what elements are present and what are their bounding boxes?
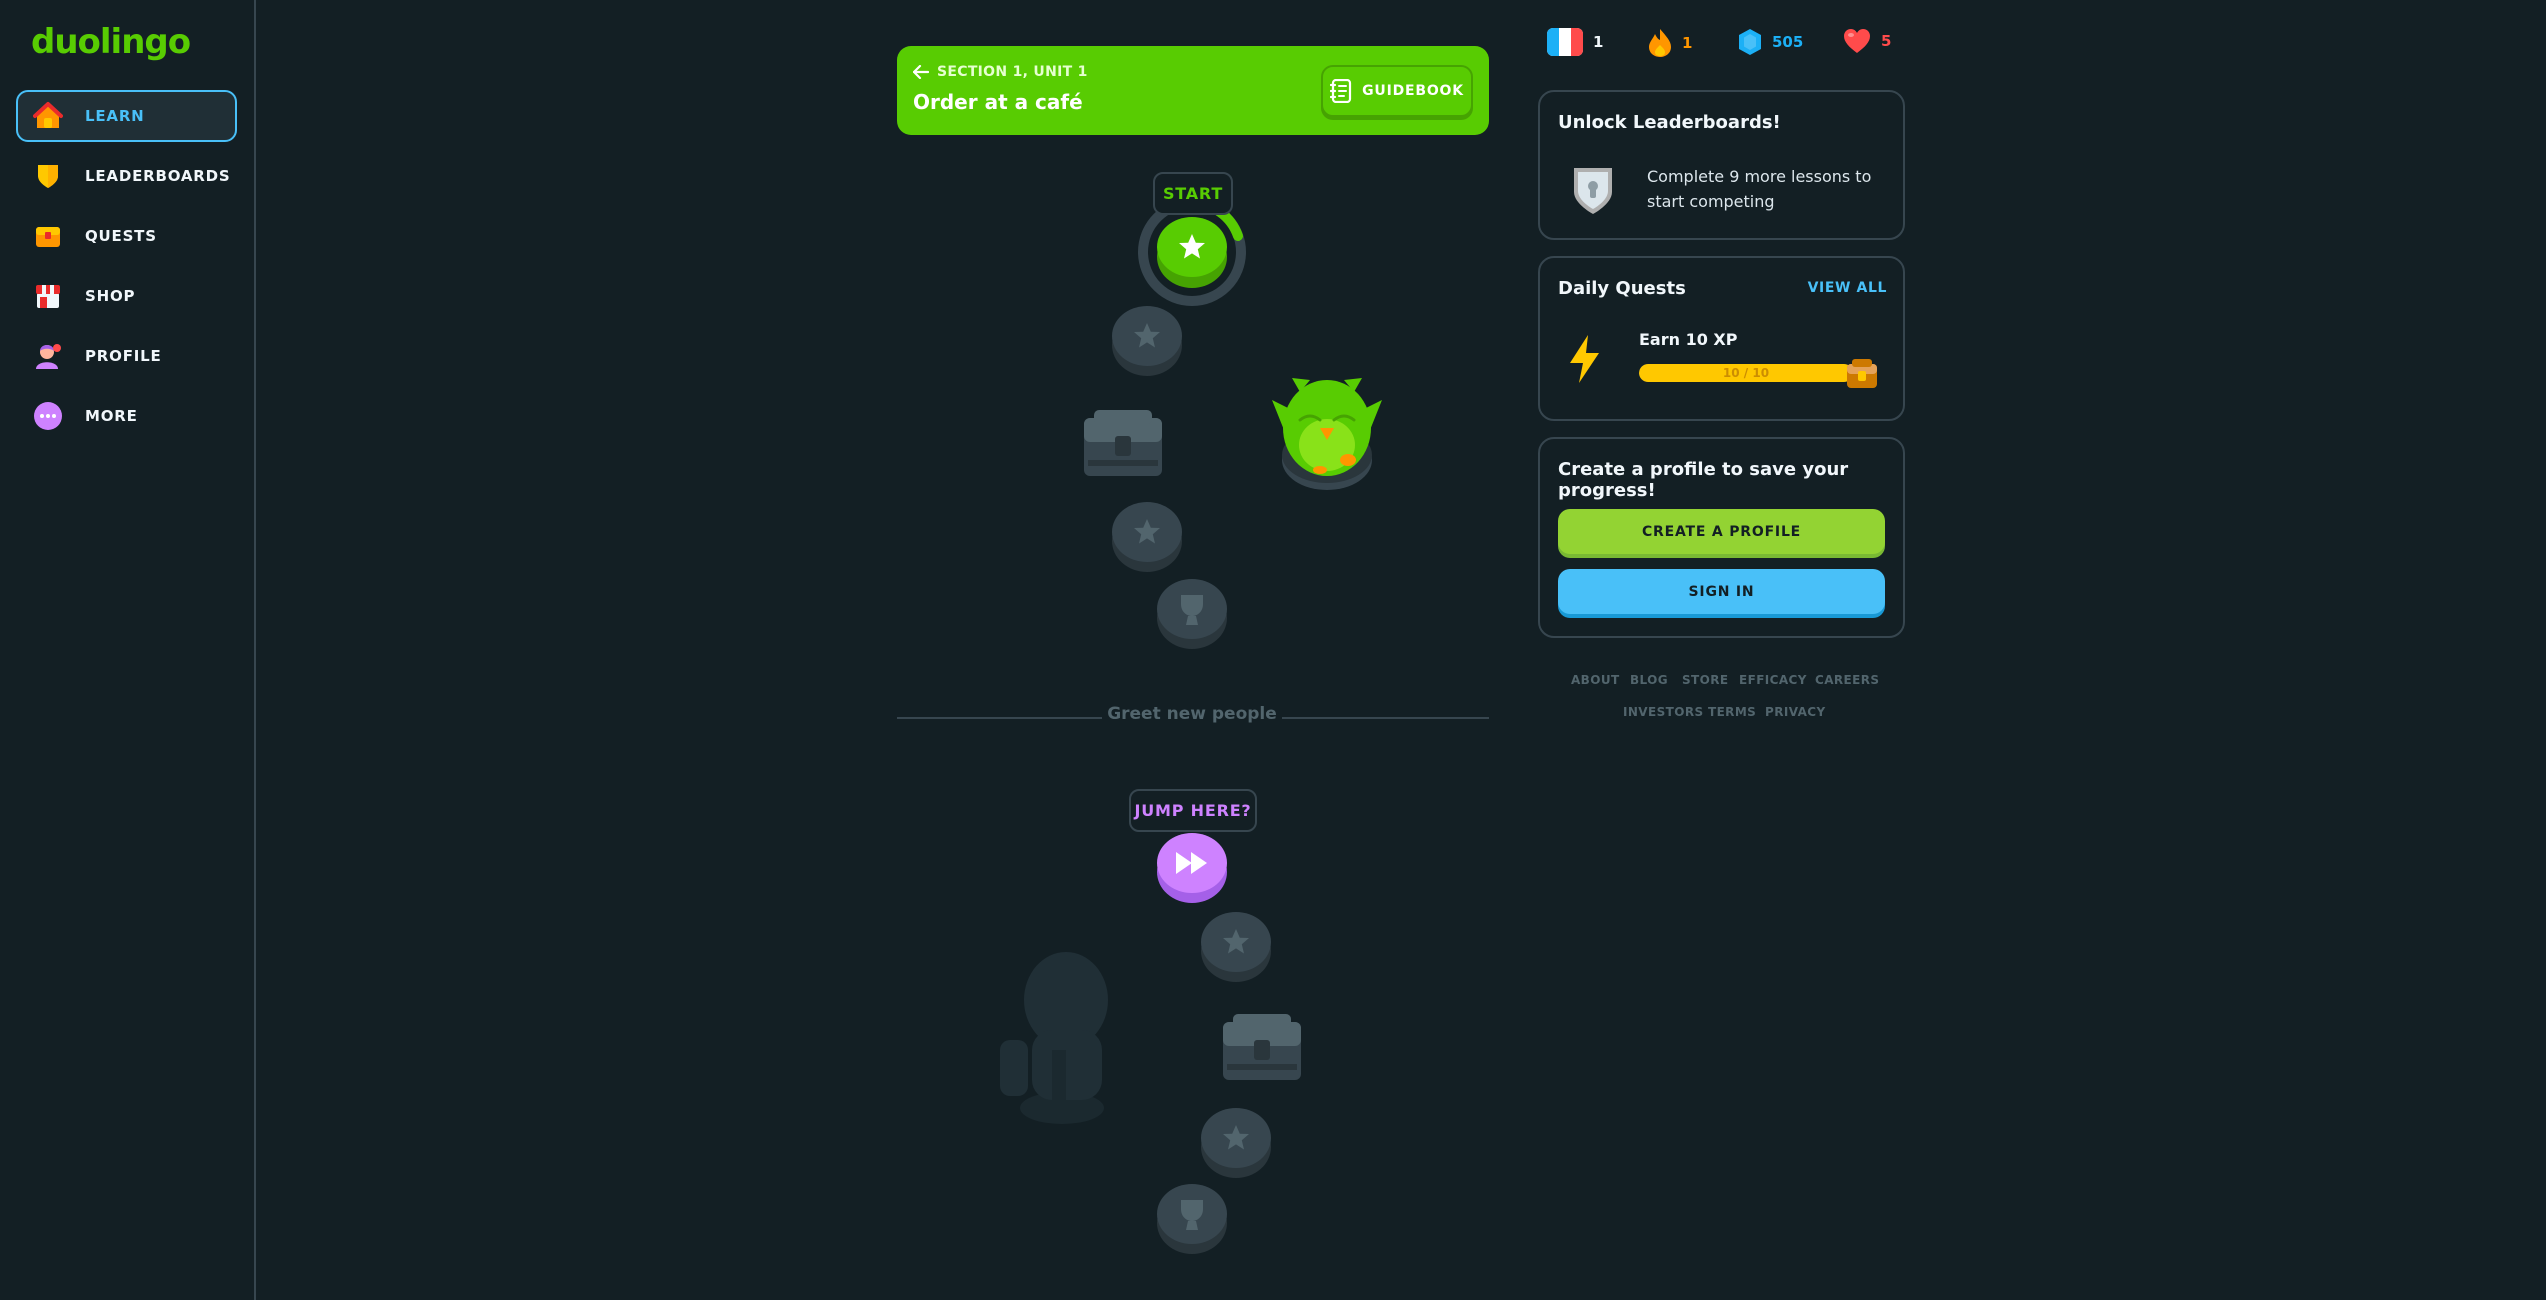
footer-link-store[interactable]: STORE — [1682, 673, 1728, 687]
footer-link-privacy[interactable]: PRIVACY — [1765, 705, 1826, 719]
footer-link-blog[interactable]: BLOG — [1630, 673, 1668, 687]
unit-trophy-node[interactable] — [1157, 579, 1227, 649]
leaderboards-card-text: Complete 9 more lessons to start competi… — [1647, 167, 1872, 211]
language-count: 1 — [1593, 33, 1604, 51]
footer-link-investors[interactable]: INVESTORS — [1623, 705, 1704, 719]
daily-quests-title: Daily Quests — [1558, 278, 1686, 299]
lesson-node-start[interactable] — [1138, 198, 1246, 306]
gems-counter[interactable]: 505 — [1738, 28, 1803, 56]
jump-here-node[interactable] — [1157, 833, 1227, 903]
lightning-bolt-icon — [1566, 334, 1602, 384]
leaderboards-card: Unlock Leaderboards! Complete 9 more les… — [1538, 90, 1905, 240]
lesson-node-locked[interactable] — [1112, 306, 1182, 376]
quest-name: Earn 10 XP — [1639, 330, 1738, 349]
footer-link-efficacy[interactable]: EFFICACY — [1739, 673, 1807, 687]
hearts-counter[interactable]: 5 — [1843, 28, 1891, 54]
view-all-link[interactable]: VIEW ALL — [1808, 280, 1887, 296]
reward-chest-icon — [1845, 356, 1879, 390]
flame-icon — [1648, 28, 1672, 58]
hearts-count: 5 — [1881, 32, 1892, 50]
daily-quests-card: Daily Quests VIEW ALL Earn 10 XP 10 / 10 — [1538, 256, 1905, 421]
quest-progress-bar: 10 / 10 — [1639, 364, 1853, 382]
gems-count: 505 — [1772, 33, 1804, 51]
character-silhouette — [1000, 952, 1108, 1124]
french-flag-icon — [1547, 28, 1583, 56]
lesson-node-locked[interactable] — [1201, 912, 1271, 982]
section-divider — [897, 717, 1102, 719]
footer-link-careers[interactable]: CAREERS — [1815, 673, 1879, 687]
jump-here-tooltip[interactable]: JUMP HERE? — [1129, 789, 1257, 832]
treasure-chest-icon[interactable] — [1223, 1014, 1301, 1080]
section-divider — [1282, 717, 1489, 719]
language-selector[interactable]: 1 — [1547, 28, 1603, 56]
quest-progress-text: 10 / 10 — [1722, 366, 1770, 380]
start-tooltip: START — [1153, 172, 1233, 215]
sign-in-button[interactable]: SIGN IN — [1558, 569, 1885, 614]
create-profile-button[interactable]: CREATE A PROFILE — [1558, 509, 1885, 554]
footer-link-terms[interactable]: TERMS — [1708, 705, 1756, 719]
create-profile-title: Create a profile to save your progress! — [1558, 459, 1849, 501]
gem-icon — [1738, 28, 1762, 56]
unit-trophy-node[interactable] — [1157, 1184, 1227, 1254]
create-profile-card: Create a profile to save your progress! … — [1538, 437, 1905, 638]
duo-owl-mascot — [1272, 378, 1382, 490]
section-divider-label: Greet new people — [1107, 704, 1277, 724]
streak-count: 1 — [1682, 34, 1693, 52]
streak-counter[interactable]: 1 — [1648, 28, 1692, 58]
footer-link-about[interactable]: ABOUT — [1571, 673, 1620, 687]
locked-shield-icon — [1570, 164, 1616, 216]
lesson-path — [1000, 198, 1382, 1254]
treasure-chest-icon[interactable] — [1084, 410, 1162, 476]
lesson-node-locked[interactable] — [1112, 502, 1182, 572]
leaderboards-card-title: Unlock Leaderboards! — [1558, 112, 1781, 133]
lesson-node-locked[interactable] — [1201, 1108, 1271, 1178]
heart-icon — [1843, 28, 1871, 54]
